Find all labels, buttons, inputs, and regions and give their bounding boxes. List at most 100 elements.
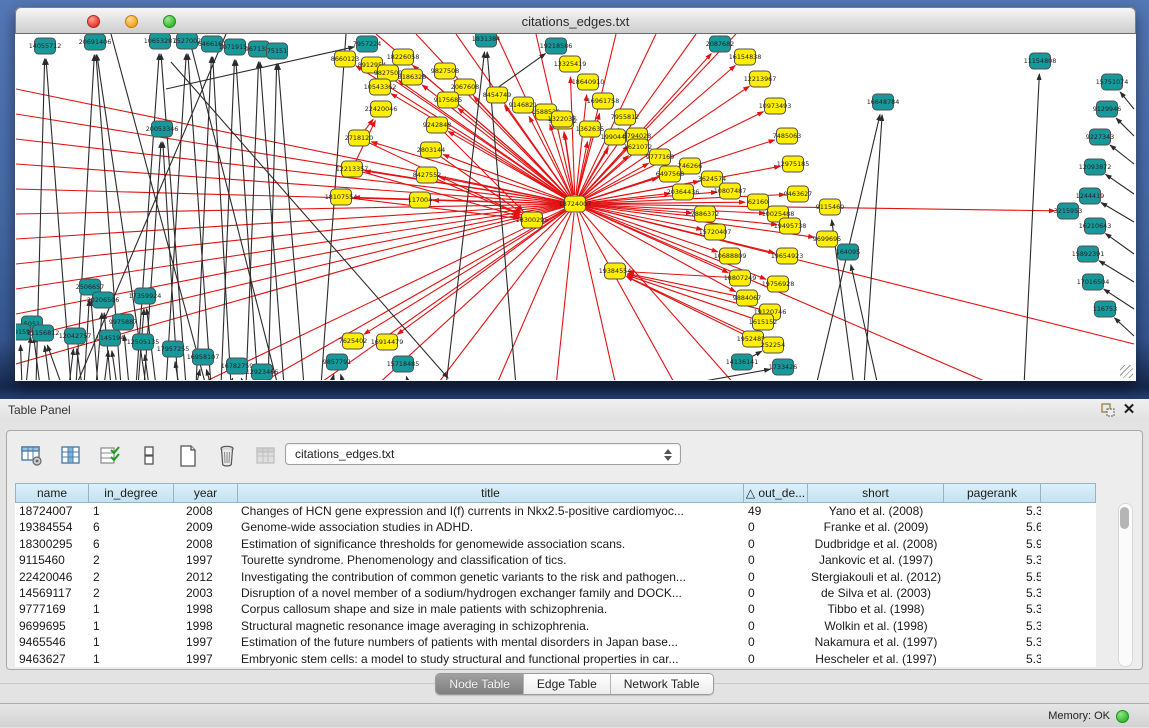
table-row[interactable]: 946554611997Estimation of the future num… — [15, 634, 1096, 650]
graph-node[interactable]: 9777169 — [646, 149, 674, 165]
table-cell[interactable]: Estimation of significance thresholds fo… — [238, 536, 744, 552]
network-canvas[interactable]: 1872400718300295193845548660123891295418… — [16, 34, 1135, 380]
graph-node[interactable]: 7955812 — [611, 109, 639, 125]
table-row[interactable]: 946362711997Embryonic stem cells: a mode… — [15, 651, 1096, 667]
graph-node[interactable]: 12975185 — [777, 156, 810, 172]
network-file-select[interactable]: citations_edges.txt — [285, 443, 681, 465]
graph-node[interactable]: 3215953 — [1054, 203, 1082, 219]
graph-node[interactable]: 8427552 — [413, 167, 441, 183]
column-header-year[interactable]: year — [174, 483, 238, 503]
table-cell[interactable]: 2 — [89, 552, 174, 568]
table-cell[interactable]: 0 — [744, 552, 808, 568]
table-cell[interactable]: 2008 — [174, 536, 238, 552]
table-row[interactable]: 1872400712008Changes of HCN gene express… — [15, 503, 1096, 519]
graph-node[interactable]: 1322037 — [548, 111, 576, 127]
table-settings-icon[interactable] — [19, 443, 45, 469]
graph-node[interactable]: 16961758 — [587, 93, 620, 109]
graph-node[interactable]: 164095 — [836, 244, 860, 260]
table-cell[interactable]: 18300295 — [15, 536, 89, 552]
table-cell[interactable]: 9777169 — [15, 601, 89, 617]
table-cell[interactable]: 5.3E-5 — [944, 585, 1041, 601]
graph-node[interactable]: 19756928 — [762, 276, 795, 292]
table-cell[interactable]: 2008 — [174, 503, 238, 519]
graph-node[interactable]: 17016504 — [1077, 274, 1110, 290]
graph-node[interactable]: 19218586 — [540, 38, 573, 54]
graph-node[interactable]: 1615152 — [749, 314, 777, 330]
graph-node[interactable]: 116753 — [1093, 301, 1117, 317]
graph-node[interactable]: 19654923 — [771, 248, 804, 264]
graph-node[interactable]: 252254 — [761, 337, 785, 353]
table-cell[interactable]: Stergiakouli et al. (2012) — [808, 569, 944, 585]
table-cell[interactable]: 5.3E-5 — [944, 503, 1041, 519]
table-cell[interactable]: 0 — [744, 651, 808, 667]
graph-node[interactable]: 6497568 — [656, 166, 684, 182]
graph-node[interactable]: 16648784 — [867, 94, 900, 110]
table-cell[interactable] — [1041, 651, 1096, 667]
table-cell[interactable]: 5.3E-5 — [944, 552, 1041, 568]
table-cell[interactable]: 1 — [89, 601, 174, 617]
table-cell[interactable]: 9115460 — [15, 552, 89, 568]
graph-node[interactable]: 16914479 — [371, 334, 404, 350]
select-rows-icon[interactable] — [97, 443, 123, 469]
table-cell[interactable]: 2 — [89, 569, 174, 585]
table-cell[interactable]: 1 — [89, 503, 174, 519]
table-cell[interactable]: Tibbo et al. (1998) — [808, 601, 944, 617]
graph-node[interactable]: 12505135 — [127, 334, 160, 350]
table-cell[interactable]: Structural magnetic resonance image aver… — [238, 618, 744, 634]
column-header-name[interactable]: name — [15, 483, 89, 503]
graph-node[interactable]: 8454749 — [483, 87, 511, 103]
column-header-filler[interactable] — [1041, 483, 1096, 503]
graph-node[interactable]: 9227343 — [1086, 129, 1114, 145]
graph-node[interactable]: 9175685 — [434, 92, 462, 108]
table-cell[interactable]: 0 — [744, 536, 808, 552]
graph-node[interactable]: 22420046 — [365, 101, 398, 117]
table-cell[interactable]: 5.3E-5 — [944, 618, 1041, 634]
table-cell[interactable]: 1997 — [174, 552, 238, 568]
table-cell[interactable]: 49 — [744, 503, 808, 519]
table-cell[interactable]: 1998 — [174, 618, 238, 634]
graph-node[interactable]: 9857791 — [323, 354, 351, 370]
table-cell[interactable] — [1041, 519, 1096, 535]
column-header-pagerank[interactable]: pagerank — [944, 483, 1041, 503]
tab-edge-table[interactable]: Edge Table — [523, 674, 610, 694]
graph-node[interactable]: 17957255 — [157, 341, 190, 357]
graph-node[interactable]: 9884067 — [733, 290, 761, 306]
table-cell[interactable]: 5.6E-5 — [944, 519, 1041, 535]
graph-node[interactable]: 8186328 — [398, 69, 426, 85]
table-cell[interactable]: 5.5E-5 — [944, 569, 1041, 585]
table-cell[interactable]: 5.3E-5 — [944, 601, 1041, 617]
table-cell[interactable] — [1041, 601, 1096, 617]
table-cell[interactable]: 9463627 — [15, 651, 89, 667]
table-cell[interactable]: 9465546 — [15, 634, 89, 650]
graph-node[interactable]: 15720407 — [699, 224, 732, 240]
table-cell[interactable]: 1 — [89, 618, 174, 634]
table-cell[interactable]: 14569117 — [15, 585, 89, 601]
table-cell[interactable]: 22420046 — [15, 569, 89, 585]
table-cell[interactable]: 2 — [89, 585, 174, 601]
window-titlebar[interactable]: citations_edges.txt — [15, 7, 1136, 34]
graph-node[interactable]: 11154808 — [1024, 53, 1057, 69]
table-cell[interactable]: 1 — [89, 651, 174, 667]
delete-column-icon[interactable] — [214, 443, 240, 469]
graph-node[interactable]: 117004 — [408, 192, 432, 208]
graph-node[interactable]: 7957224 — [353, 36, 381, 52]
table-cell[interactable]: 2009 — [174, 519, 238, 535]
table-row[interactable]: 977716911998Corpus callosum shape and si… — [15, 601, 1096, 617]
table-cell[interactable]: 0 — [744, 585, 808, 601]
table-cell[interactable] — [1041, 585, 1096, 601]
table-cell[interactable]: Wolkin et al. (1998) — [808, 618, 944, 634]
table-cell[interactable]: Hescheler et al. (1997) — [808, 651, 944, 667]
table-cell[interactable]: Embryonic stem cells: a model to study s… — [238, 651, 744, 667]
graph-node[interactable]: 18107554 — [325, 189, 358, 205]
table-row[interactable]: 1456911722003Disruption of a novel membe… — [15, 585, 1096, 601]
table-cell[interactable]: Jankovic et al. (1997) — [808, 552, 944, 568]
table-cell[interactable]: 0 — [744, 569, 808, 585]
network-graph[interactable]: 1872400718300295193845548660123891295418… — [16, 34, 1135, 380]
graph-node[interactable]: 62160 — [748, 194, 769, 210]
table-row[interactable]: 1938455462009Genome-wide association stu… — [15, 519, 1096, 535]
table-cell[interactable]: 2012 — [174, 569, 238, 585]
table-cell[interactable]: 6 — [89, 519, 174, 535]
table-cell[interactable] — [1041, 536, 1096, 552]
graph-node[interactable]: 10653287 — [144, 34, 177, 49]
column-header-title[interactable]: title — [238, 483, 744, 503]
